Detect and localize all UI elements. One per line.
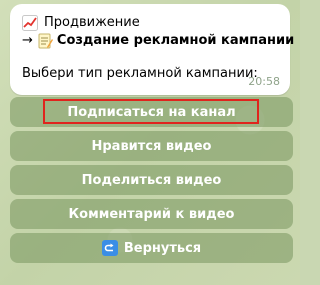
arrow-symbol: →	[22, 33, 33, 48]
page-title: Создание рекламной кампании	[56, 33, 295, 48]
message-line-1: Продвижение	[22, 14, 278, 32]
button-label: Нравится видео	[91, 138, 212, 154]
message-timestamp: 20:58	[248, 75, 280, 88]
button-label: Поделиться видео	[81, 172, 222, 188]
prompt-text: Выбери тип рекламной кампании:	[22, 66, 258, 81]
back-button[interactable]: Вернуться	[10, 233, 293, 263]
chart-up-icon	[22, 15, 40, 31]
section-title: Продвижение	[44, 15, 140, 30]
subscribe-channel-button[interactable]: Подписаться на канал	[10, 97, 293, 127]
comment-video-button[interactable]: Комментарий к видео	[10, 199, 293, 229]
inline-keyboard: Подписаться на канал Нравится видео Поде…	[10, 97, 293, 267]
button-label: Вернуться	[123, 240, 202, 256]
button-label: Подписаться на канал	[67, 104, 236, 120]
share-video-button[interactable]: Поделиться видео	[10, 165, 293, 195]
like-video-button[interactable]: Нравится видео	[10, 131, 293, 161]
bot-message: Продвижение → Создание рекламной кампани…	[10, 4, 294, 95]
back-arrow-icon	[101, 240, 118, 256]
memo-icon	[37, 33, 53, 49]
button-label: Комментарий к видео	[68, 206, 235, 222]
message-line-2: → Создание рекламной кампании	[22, 32, 294, 50]
